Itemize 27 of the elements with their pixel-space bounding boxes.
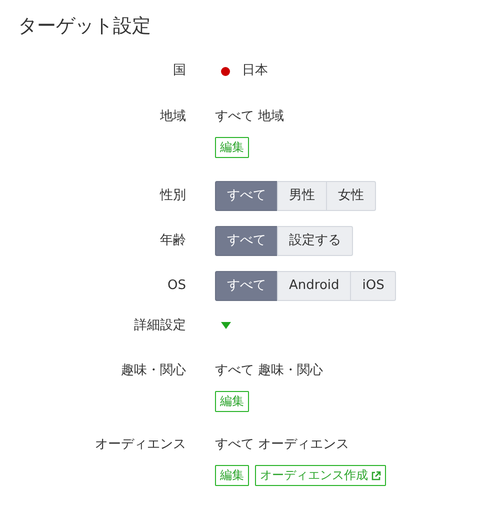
field-label: 年齢 (159, 232, 186, 250)
disclosure-triangle-icon[interactable] (221, 322, 231, 329)
option-button[interactable]: すべて (215, 181, 278, 211)
field-label: 地域 (159, 108, 186, 126)
option-button[interactable]: iOS (350, 271, 396, 301)
option-button[interactable]: 女性 (326, 181, 376, 211)
option-button[interactable]: Android (277, 271, 352, 301)
create-link-button[interactable]: オーディエンス作成 (255, 465, 386, 486)
option-button[interactable]: すべて (215, 226, 278, 256)
country-name: 日本 (242, 62, 268, 80)
field-label: 性別 (158, 187, 186, 205)
field-label: 国 (172, 62, 186, 80)
summary-text: すべて 趣味・関心 (215, 362, 324, 380)
summary-text: すべて 地域 (215, 108, 284, 126)
external-link-icon (371, 470, 381, 480)
page-title: ターゲット設定 (18, 14, 152, 39)
field-label: OS (166, 277, 186, 295)
field-label: 趣味・関心 (120, 362, 186, 380)
edit-button[interactable]: 編集 (215, 137, 249, 158)
edit-button[interactable]: 編集 (215, 391, 249, 412)
edit-button[interactable]: 編集 (215, 465, 249, 486)
option-button[interactable]: 設定する (277, 226, 353, 256)
field-label: オーディエンス (94, 436, 186, 454)
summary-text: すべて オーディエンス (215, 436, 350, 454)
field-label: 詳細設定 (133, 317, 186, 335)
option-button[interactable]: 男性 (277, 181, 327, 211)
option-button[interactable]: すべて (215, 271, 278, 301)
